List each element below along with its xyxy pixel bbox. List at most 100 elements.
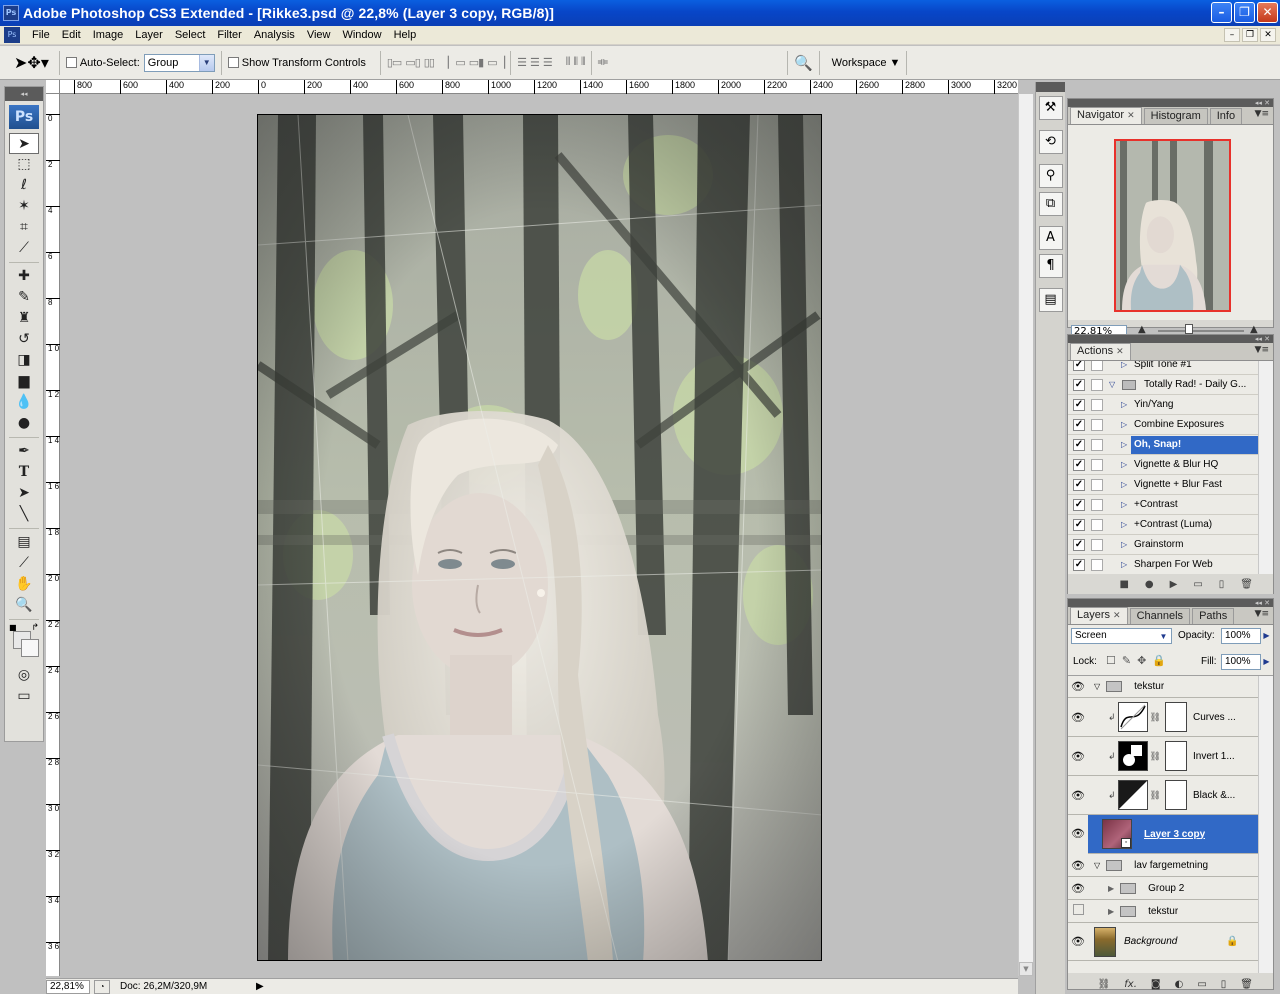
new-set-icon[interactable]: ▭ (1193, 579, 1202, 590)
panel-menu-icon[interactable]: ▼≡ (1255, 609, 1269, 619)
visibility-eye-icon[interactable]: 👁 (1068, 680, 1088, 693)
tab-channels[interactable]: Channels (1129, 608, 1191, 624)
action-row[interactable]: ✓ ▷ Combine Exposures (1068, 415, 1258, 435)
trash-icon[interactable]: 🗑 (1240, 579, 1253, 590)
status-play-icon[interactable]: ▶ (256, 981, 264, 992)
action-toggle-checkbox[interactable]: ✓ (1073, 478, 1085, 491)
horizontal-ruler[interactable]: 800 600 400 200 0 200 400 600 800 1000 1200 1400 160… (60, 80, 1018, 94)
action-toggle-checkbox[interactable]: ✓ (1073, 418, 1085, 431)
auto-select-checkbox[interactable] (65, 57, 77, 68)
navigator-thumbnail[interactable] (1114, 139, 1231, 312)
gradient-tool-icon[interactable]: ▆ (9, 371, 39, 392)
play-icon[interactable]: ▶ (1170, 579, 1178, 590)
layer-style-icon[interactable]: fx. (1124, 979, 1137, 990)
doc-minimize-button[interactable]: – (1224, 28, 1240, 42)
tab-histogram[interactable]: Histogram (1143, 108, 1208, 124)
menu-view[interactable]: View (301, 29, 337, 41)
action-set-row[interactable]: ✓ ▽ Totally Rad! - Daily G... (1068, 375, 1258, 395)
visibility-toggle-empty[interactable] (1068, 904, 1088, 918)
auto-align-icon[interactable]: ⟚ (598, 56, 608, 69)
action-dialog-toggle[interactable] (1091, 458, 1103, 471)
action-toggle-checkbox[interactable]: ✓ (1073, 361, 1085, 371)
dodge-tool-icon[interactable]: ● (9, 413, 39, 434)
menu-file[interactable]: File (26, 29, 56, 41)
blend-mode-dropdown[interactable]: Screen (1071, 628, 1172, 644)
new-adjustment-layer-icon[interactable]: ◐ (1175, 979, 1184, 990)
line-tool-icon[interactable]: ╲ (9, 504, 39, 525)
action-dialog-toggle[interactable] (1091, 478, 1103, 491)
expand-arrow-icon[interactable]: ▷ (1121, 460, 1131, 469)
action-dialog-toggle[interactable] (1091, 378, 1103, 391)
auto-select-dropdown[interactable]: Group ▼ (143, 53, 215, 72)
align-buttons[interactable]: ▯▭ ▭▯ ▯▯ ▏▭ ▭▮ ▭▕ (387, 56, 505, 69)
action-toggle-checkbox[interactable]: ✓ (1073, 398, 1085, 411)
tab-paths[interactable]: Paths (1192, 608, 1235, 624)
slice-tool-icon[interactable]: ⟋ (9, 238, 39, 259)
close-button[interactable]: ✕ (1257, 2, 1278, 23)
expand-arrow-icon[interactable]: ▷ (1121, 560, 1131, 569)
expand-arrow-icon[interactable]: ▷ (1121, 500, 1131, 509)
navigator-zoom-slider[interactable] (1158, 330, 1244, 332)
menu-select[interactable]: Select (169, 29, 212, 41)
visibility-eye-icon[interactable]: 👁 (1068, 935, 1088, 948)
marquee-tool-icon[interactable]: ⬚ (9, 154, 39, 175)
panel-menu-icon[interactable]: ▼≡ (1255, 109, 1269, 119)
layer-row[interactable]: 👁 Background 🔒 (1068, 923, 1259, 961)
dock-grip[interactable] (1036, 82, 1065, 92)
expand-arrow-icon[interactable]: ▷ (1121, 420, 1131, 429)
zoom-field[interactable]: 22,81% (46, 979, 90, 994)
new-group-icon[interactable]: ▭ (1197, 979, 1206, 990)
layer-row[interactable]: 👁 ↲ ⛓ Curves ... (1068, 698, 1259, 737)
tab-actions[interactable]: Actions ✕ (1070, 343, 1131, 360)
action-dialog-toggle[interactable] (1091, 418, 1103, 431)
pen-tool-icon[interactable]: ✒ (9, 441, 39, 462)
layer-group-row[interactable]: 👁 ▽ tekstur (1068, 676, 1259, 698)
action-row[interactable]: ✓ ▷ Split Tone #1 (1068, 361, 1258, 375)
layer-comps-icon[interactable]: ▤ (1038, 288, 1063, 312)
mask-thumbnail[interactable] (1164, 780, 1187, 810)
tab-navigator[interactable]: Navigator ✕ (1070, 107, 1142, 124)
paragraph-icon[interactable]: ¶ (1038, 254, 1063, 278)
stop-icon[interactable]: ■ (1119, 579, 1128, 590)
hand-tool-icon[interactable]: ✋ (9, 574, 39, 595)
crop-tool-icon[interactable]: ⌗ (9, 217, 39, 238)
minimize-button[interactable]: – (1211, 2, 1232, 23)
menu-analysis[interactable]: Analysis (248, 29, 301, 41)
panel-grip[interactable]: ◂◂ ✕ (1068, 335, 1273, 343)
maximize-button[interactable]: ❐ (1234, 2, 1255, 23)
background-color-swatch[interactable] (21, 639, 39, 657)
visibility-eye-icon[interactable]: 👁 (1068, 750, 1088, 763)
status-menu-icon[interactable]: ◔ (94, 979, 110, 994)
eyedropper-tool-icon[interactable]: ⟋ (9, 553, 39, 574)
distribute-buttons[interactable]: ☰ ☰ ☰ ⫴ ⫴ ⫴ (517, 56, 585, 69)
expand-arrow-icon[interactable]: ▷ (1121, 361, 1131, 369)
navigator-zoom-knob[interactable] (1185, 324, 1193, 334)
action-row[interactable]: ✓ ▷ Vignette & Blur HQ (1068, 455, 1258, 475)
layer-row-selected[interactable]: 👁 ▫ Layer 3 copy (1068, 814, 1259, 854)
history-icon[interactable]: ⟲ (1038, 130, 1063, 154)
vertical-ruler[interactable]: 0 2 4 6 8 1 0 1 2 1 4 1 6 1 8 2 0 2 2 2 4 2 6 2 8 3 0 3 … (46, 94, 60, 994)
visibility-eye-icon[interactable]: 👁 (1068, 814, 1088, 854)
add-mask-icon[interactable]: ◙ (1151, 979, 1161, 990)
action-dialog-toggle[interactable] (1091, 498, 1103, 511)
brush-tool-icon[interactable]: ✎ (9, 287, 39, 308)
type-tool-icon[interactable]: T (9, 462, 39, 483)
path-selection-tool-icon[interactable]: ➤ (9, 483, 39, 504)
action-toggle-checkbox[interactable]: ✓ (1073, 558, 1085, 571)
scroll-down-icon[interactable]: ▼ (1019, 962, 1033, 976)
opacity-slider-arrow-icon[interactable]: ▶ (1261, 628, 1272, 644)
mask-thumbnail[interactable] (1164, 702, 1187, 732)
fill-field[interactable]: 100% (1221, 654, 1261, 670)
action-dialog-toggle[interactable] (1091, 518, 1103, 531)
expand-arrow-icon[interactable]: ▶ (1108, 884, 1114, 893)
menu-edit[interactable]: Edit (56, 29, 87, 41)
menu-layer[interactable]: Layer (129, 29, 169, 41)
collapse-arrow-icon[interactable]: ▽ (1109, 380, 1119, 389)
lasso-tool-icon[interactable]: ℓ (9, 175, 39, 196)
action-dialog-toggle[interactable] (1091, 558, 1103, 571)
history-brush-tool-icon[interactable]: ↺ (9, 329, 39, 350)
new-action-icon[interactable]: ▯ (1219, 579, 1225, 590)
quick-mask-icon[interactable]: ◎ (9, 665, 39, 686)
action-row[interactable]: ✓ ▷ Sharpen For Web (1068, 555, 1258, 574)
character-icon[interactable]: A (1038, 226, 1063, 250)
